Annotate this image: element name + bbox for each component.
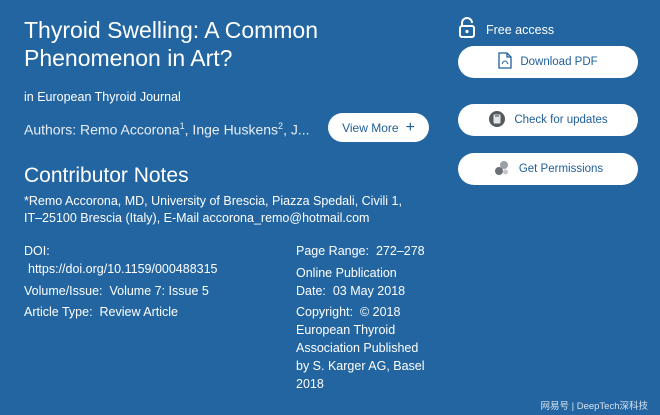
copyright-holder: European Thyroid Association Published b…	[296, 321, 425, 393]
page-range-label: Page Range:	[296, 244, 369, 258]
watermark: 网易号 | DeepTech深科技	[540, 401, 648, 412]
authors-line: Authors: Remo Accorona1, Inge Huskens2, …	[24, 121, 310, 138]
volume-value[interactable]: Volume 7: Issue 5	[109, 284, 208, 298]
download-pdf-button[interactable]: Download PDF	[458, 46, 638, 78]
article-type-value: Review Article	[99, 305, 179, 319]
page-range-value: 272–278	[375, 244, 425, 258]
article-type-label: Article Type:	[24, 305, 93, 319]
copyright-value: © 2018	[359, 305, 401, 319]
online-pub-date-value: 03 May 2018	[332, 284, 406, 298]
page-range: Page Range: 272–278	[296, 242, 425, 260]
get-permissions-label: Get Permissions	[518, 163, 604, 175]
copyright-line: 2018	[296, 377, 324, 391]
copyright-line: by S. Karger AG, Basel	[296, 359, 425, 373]
authors-suffix: , J...	[283, 121, 310, 138]
authors-prefix: Authors: Remo Accorona	[24, 121, 180, 138]
permissions-icon	[493, 159, 511, 180]
copyright-label: Copyright:	[296, 305, 353, 319]
check-for-updates-label: Check for updates	[514, 114, 608, 126]
free-access-label: Free access	[486, 22, 555, 37]
lock-open-icon	[458, 17, 476, 42]
author2-name: , Inge Huskens	[184, 121, 279, 138]
view-more-button[interactable]: View More +	[328, 113, 429, 142]
doi-label: DOI:	[24, 244, 50, 258]
volume-label: Volume/Issue:	[24, 284, 103, 298]
contributor-line-1: *Remo Accorona, MD, University of Bresci…	[24, 194, 402, 208]
article-type: Article Type: Review Article	[24, 303, 178, 321]
journal-name[interactable]: in European Thyroid Journal	[24, 90, 181, 104]
check-for-updates-button[interactable]: Check for updates	[458, 104, 638, 136]
crossmark-icon	[488, 110, 506, 131]
free-access-indicator: Free access	[458, 17, 554, 42]
copyright-line: Association Published	[296, 341, 419, 355]
view-more-label: View More	[342, 120, 399, 135]
online-publication-label: Online Publication	[296, 266, 397, 280]
contributor-notes-heading: Contributor Notes	[24, 164, 189, 187]
plus-icon: +	[405, 118, 415, 136]
online-pub-date-label: Date:	[296, 284, 326, 298]
get-permissions-button[interactable]: Get Permissions	[458, 153, 638, 185]
download-pdf-label: Download PDF	[520, 56, 598, 68]
contributor-notes-text: *Remo Accorona, MD, University of Bresci…	[24, 193, 424, 227]
contributor-line-2: IT–25100 Brescia (Italy), E-Mail accoron…	[24, 211, 370, 225]
copyright-line: European Thyroid	[296, 323, 396, 337]
online-publication-date: Date: 03 May 2018	[296, 282, 405, 300]
article-title: Thyroid Swelling: A Common Phenomenon in…	[24, 17, 319, 71]
pdf-file-icon	[498, 52, 512, 72]
doi-link[interactable]: https://doi.org/10.1159/000488315	[28, 260, 218, 278]
volume-issue: Volume/Issue: Volume 7: Issue 5	[24, 282, 209, 300]
copyright: Copyright: © 2018	[296, 303, 400, 321]
